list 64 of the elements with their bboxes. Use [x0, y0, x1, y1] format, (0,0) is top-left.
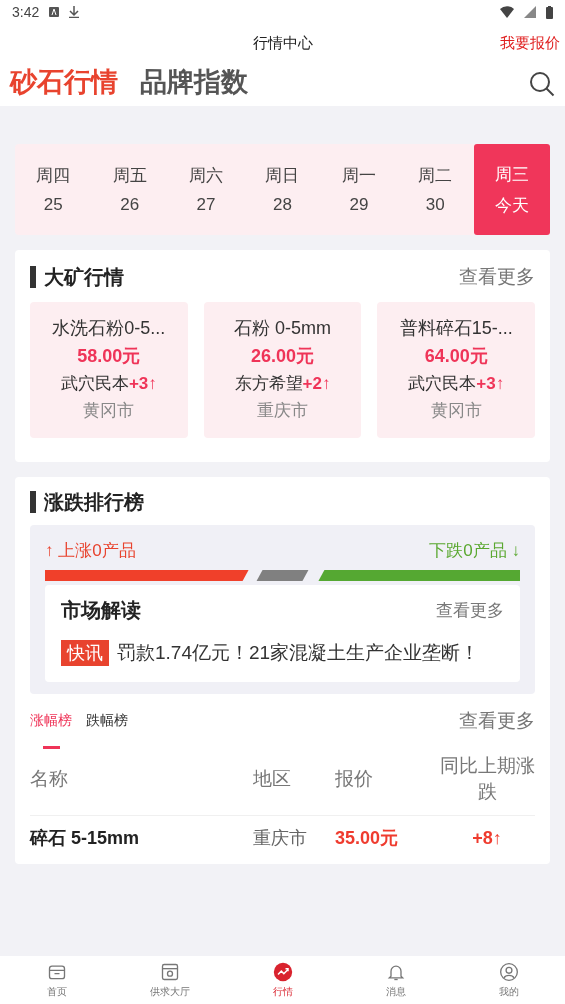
table-cell-text: 碎石 5-15mm: [30, 827, 141, 850]
day-tab[interactable]: 周四 25: [15, 144, 92, 235]
rank-tab[interactable]: 跌幅榜: [86, 712, 128, 749]
more-link[interactable]: 查看更多: [436, 599, 504, 622]
user-icon: [498, 961, 519, 982]
notification-icon: [49, 7, 60, 17]
product-card[interactable]: 普料碎石15-... 64.00元 武穴民本+3↑ 黄冈市: [377, 302, 535, 438]
news-card[interactable]: 市场解读 查看更多 快讯 罚款1.74亿元！21家混凝土生产企业垄断！: [45, 585, 520, 682]
more-link[interactable]: 查看更多: [459, 708, 535, 734]
nav-item[interactable]: 供求大厅: [113, 956, 226, 1004]
download-icon: [69, 6, 80, 18]
price-change: +3↑: [476, 373, 505, 394]
section-title: 大矿行情: [30, 266, 124, 288]
search-icon[interactable]: [529, 71, 555, 97]
day-tab[interactable]: 周二 30: [397, 144, 474, 235]
day-tab[interactable]: 周三 今天: [473, 144, 550, 235]
wifi-icon: [500, 6, 514, 18]
product-name: 普料碎石15-...: [399, 317, 513, 340]
column-header: 名称: [30, 767, 69, 791]
product-price: 58.00元: [77, 345, 141, 368]
day-tab[interactable]: 周一 29: [320, 144, 398, 235]
table-cell-text: 35.00元: [335, 827, 400, 850]
news-headline: 快讯 罚款1.74亿元！21家混凝土生产企业垄断！: [61, 636, 504, 670]
product-card[interactable]: 石粉 0-5mm 26.00元 东方希望+2↑ 重庆市: [203, 302, 362, 438]
nav-item[interactable]: 首页: [0, 956, 113, 1004]
trend-icon: [272, 961, 293, 982]
shop-icon: [159, 961, 180, 982]
news-title: 市场解读: [61, 598, 141, 623]
city-label: 黄冈市: [83, 400, 135, 422]
nav-item[interactable]: 我的: [452, 956, 565, 1004]
product-name: 水洗石粉0-5...: [52, 317, 166, 340]
price-change: +2↑: [302, 373, 331, 394]
company-name: 东方希望: [234, 373, 303, 395]
company-name: 武穴民本: [408, 373, 477, 395]
signal-icon: [524, 6, 536, 18]
nav-item[interactable]: 行情: [226, 956, 339, 1004]
fall-count: 下跌0产品 ↓: [429, 540, 520, 562]
status-time: 3:42: [12, 4, 40, 20]
battery-icon: [546, 5, 553, 19]
product-price: 26.00元: [251, 345, 315, 368]
section-title: 涨跌排行榜: [30, 491, 144, 513]
more-link[interactable]: 查看更多: [459, 264, 535, 290]
table-cell-text: 重庆市: [253, 827, 308, 850]
category-tab[interactable]: 砂石行情: [10, 63, 118, 105]
product-name: 石粉 0-5mm: [234, 317, 331, 340]
city-label: 重庆市: [257, 400, 308, 422]
rank-tab[interactable]: 涨幅榜: [30, 712, 72, 749]
product-price: 64.00元: [424, 345, 488, 368]
rise-count: ↑ 上涨0产品: [45, 540, 136, 562]
company-name: 武穴民本: [60, 373, 129, 395]
quote-link[interactable]: 我要报价: [500, 33, 560, 53]
column-header: 同比上期涨跌: [439, 754, 535, 804]
table-cell-text: +8↑: [471, 827, 503, 849]
column-header: 地区: [253, 767, 292, 791]
price-change: +3↑: [128, 373, 157, 394]
day-tab[interactable]: 周六 27: [167, 144, 245, 235]
product-card[interactable]: 水洗石粉0-5... 58.00元 武穴民本+3↑ 黄冈市: [30, 302, 188, 438]
page-title: 行情中心: [252, 33, 313, 53]
nav-item[interactable]: 消息: [339, 956, 452, 1004]
day-tab[interactable]: 周五 26: [91, 144, 168, 235]
column-header: 报价: [335, 767, 374, 791]
day-tab[interactable]: 周日 28: [244, 144, 321, 235]
category-tab[interactable]: 品牌指数: [140, 63, 248, 105]
city-label: 黄冈市: [430, 400, 482, 422]
